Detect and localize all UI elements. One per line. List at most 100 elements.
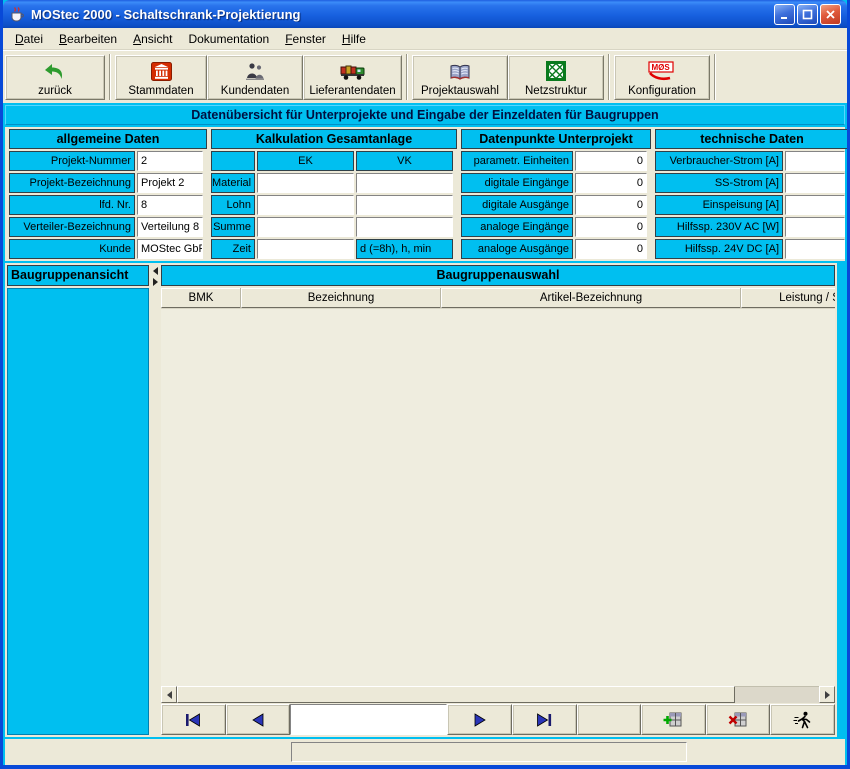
svg-text:MØS: MØS — [652, 63, 671, 72]
lohn-ek-field[interactable] — [257, 195, 354, 215]
menu-item-dokumentation[interactable]: Dokumentation — [180, 30, 277, 48]
field-label: Material — [211, 173, 255, 193]
minimize-button[interactable] — [774, 4, 795, 25]
scrollbar-thumb[interactable] — [177, 686, 735, 703]
column-header-bmk[interactable]: BMK — [161, 288, 241, 308]
projekt-nummer-field[interactable]: 2 — [137, 151, 203, 171]
field-label: Zeit — [211, 239, 255, 259]
splitter-expand-right-icon[interactable] — [153, 278, 158, 286]
netzstruktur-button[interactable]: Netzstruktur — [508, 55, 604, 100]
verbraucher-strom-field[interactable] — [785, 151, 845, 171]
lfd-nr-field[interactable]: 8 — [137, 195, 203, 215]
stammdaten-button[interactable]: Stammdaten — [115, 55, 207, 100]
zeit-field[interactable] — [257, 239, 354, 259]
scroll-right-button[interactable] — [819, 686, 835, 703]
column-header-leistung-strom[interactable]: Leistung / Strom — [741, 288, 835, 308]
last-record-icon — [534, 713, 554, 727]
konfiguration-button[interactable]: MØS Konfiguration — [614, 55, 710, 100]
bank-icon — [151, 59, 172, 81]
field-label: SS-Strom [A] — [655, 173, 783, 193]
lower-split-area: Baugruppenansicht Baugruppenauswahl BMK … — [5, 263, 845, 737]
undo-arrow-icon — [43, 59, 67, 81]
table-header-row: BMK Bezeichnung Artikel-Bezeichnung Leis… — [161, 288, 835, 308]
add-row-button[interactable] — [641, 704, 706, 735]
people-icon — [244, 59, 266, 81]
menu-item-ansicht[interactable]: Ansicht — [125, 30, 180, 48]
previous-record-button[interactable] — [226, 704, 291, 735]
baugruppenauswahl-panel: Baugruppenauswahl BMK Bezeichnung Artike… — [159, 263, 837, 737]
record-navigation — [161, 704, 835, 735]
einspeisung-field[interactable] — [785, 195, 845, 215]
back-button[interactable]: zurück — [5, 55, 105, 100]
field-label: Verteiler-Bezeichnung — [9, 217, 135, 237]
baugruppen-table-body[interactable] — [161, 308, 835, 686]
hilfssp-24v-field[interactable] — [785, 239, 845, 259]
digitale-eingaenge-field[interactable]: 0 — [575, 173, 647, 193]
splitter[interactable] — [151, 263, 159, 737]
baugruppenansicht-tree[interactable] — [7, 288, 149, 735]
page-title: Datenübersicht für Unterprojekte und Ein… — [5, 105, 845, 125]
toolbar-separator — [406, 54, 408, 100]
delete-row-button[interactable] — [706, 704, 771, 735]
panel-title-datenpunkte: Datenpunkte Unterprojekt — [461, 129, 651, 149]
projektauswahl-button[interactable]: Projektauswahl — [412, 55, 508, 100]
panel-datenpunkte: Datenpunkte Unterprojekt parametr. Einhe… — [461, 129, 651, 261]
menu-item-hilfe[interactable]: Hilfe — [334, 30, 374, 48]
scroll-left-button[interactable] — [161, 686, 177, 703]
panel-title-kalkulation: Kalkulation Gesamtanlage — [211, 129, 457, 149]
title-bar[interactable]: MOStec 2000 - Schaltschrank-Projektierun… — [3, 0, 847, 28]
verteiler-bezeichnung-field[interactable]: Verteilung 8 — [137, 217, 203, 237]
run-button[interactable] — [770, 704, 835, 735]
projekt-bezeichnung-field[interactable]: Projekt 2 — [137, 173, 203, 193]
maximize-button[interactable] — [797, 4, 818, 25]
first-record-button[interactable] — [161, 704, 226, 735]
status-bar — [5, 739, 845, 765]
field-label: Projekt-Bezeichnung — [9, 173, 135, 193]
ek-column-header: EK — [257, 151, 354, 171]
analoge-ausgaenge-field[interactable]: 0 — [575, 239, 647, 259]
analoge-eingaenge-field[interactable]: 0 — [575, 217, 647, 237]
kunde-field[interactable]: MOStec GbR — [137, 239, 203, 259]
lohn-vk-field[interactable] — [356, 195, 453, 215]
toolbar-separator — [109, 54, 111, 100]
material-ek-field[interactable] — [257, 173, 354, 193]
hilfssp-230v-field[interactable] — [785, 217, 845, 237]
menu-item-datei[interactable]: Datei — [7, 30, 51, 48]
book-icon — [449, 59, 471, 81]
summe-ek-field[interactable] — [257, 217, 354, 237]
menu-item-bearbeiten[interactable]: Bearbeiten — [51, 30, 125, 48]
field-label: Hilfssp. 230V AC [W] — [655, 217, 783, 237]
last-record-button[interactable] — [512, 704, 577, 735]
splitter-collapse-left-icon[interactable] — [153, 267, 158, 275]
record-number-input[interactable] — [290, 704, 447, 735]
field-label: Kunde — [9, 239, 135, 259]
panel-title-allgemein: allgemeine Daten — [9, 129, 207, 149]
menu-item-fenster[interactable]: Fenster — [277, 30, 334, 48]
content-area: Datenübersicht für Unterprojekte und Ein… — [3, 103, 847, 765]
truck-icon — [340, 59, 366, 81]
zeit-unit-note: d (=8h), h, min — [356, 239, 453, 259]
digitale-ausgaenge-field[interactable]: 0 — [575, 195, 647, 215]
toolbar-separator — [714, 54, 716, 100]
next-record-icon — [472, 713, 488, 727]
horizontal-scrollbar[interactable] — [161, 686, 835, 703]
material-vk-field[interactable] — [356, 173, 453, 193]
window-title: MOStec 2000 - Schaltschrank-Projektierun… — [31, 7, 774, 22]
field-label: Einspeisung [A] — [655, 195, 783, 215]
panel-technische-daten: technische Daten Verbraucher-Strom [A] S… — [655, 129, 847, 261]
vk-column-header: VK — [356, 151, 453, 171]
next-record-button[interactable] — [447, 704, 512, 735]
parametr-einheiten-field[interactable]: 0 — [575, 151, 647, 171]
toolbar-separator — [608, 54, 610, 100]
add-row-icon — [663, 711, 683, 729]
kundendaten-button[interactable]: Kundendaten — [207, 55, 303, 100]
ss-strom-field[interactable] — [785, 173, 845, 193]
lieferantendaten-button[interactable]: Lieferantendaten — [303, 55, 402, 100]
summe-vk-field[interactable] — [356, 217, 453, 237]
column-header-artikel-bezeichnung[interactable]: Artikel-Bezeichnung — [441, 288, 741, 308]
field-label: lfd. Nr. — [9, 195, 135, 215]
field-label: parametr. Einheiten — [461, 151, 573, 171]
column-header-bezeichnung[interactable]: Bezeichnung — [241, 288, 441, 308]
scrollbar-track[interactable] — [735, 686, 819, 703]
close-button[interactable] — [820, 4, 841, 25]
